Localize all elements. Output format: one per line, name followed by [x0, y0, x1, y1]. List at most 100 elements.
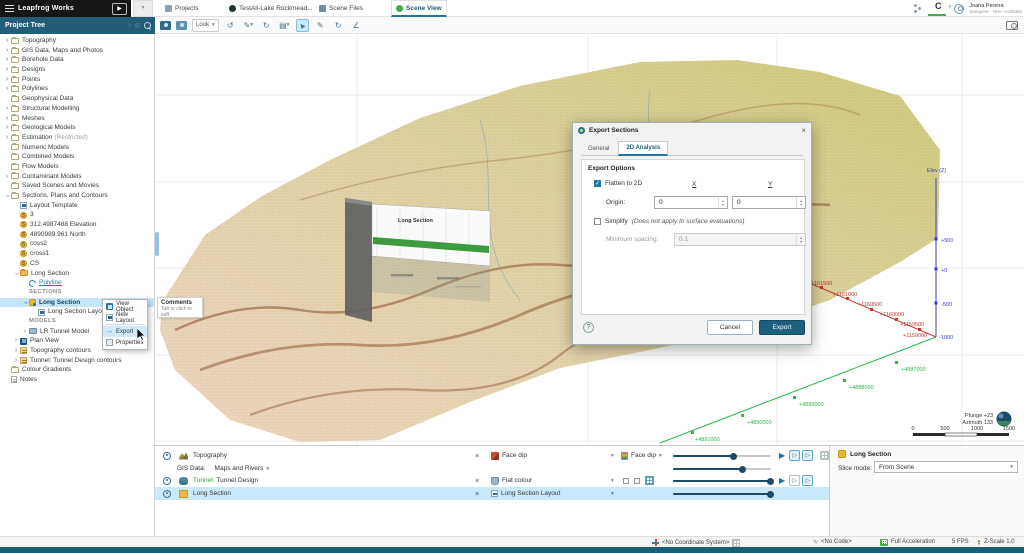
export-image-button[interactable]: ▷: [789, 450, 800, 461]
option-checkbox[interactable]: [623, 478, 629, 484]
screenshot-icon[interactable]: [1006, 21, 1018, 30]
chevron-collapsed-icon[interactable]: ›: [12, 346, 20, 356]
tree-item-estimation[interactable]: ›Estimation(Restricted): [0, 133, 154, 143]
save-scene-icon[interactable]: [160, 21, 171, 30]
coordinate-system-status[interactable]: <No Coordinate System>: [652, 539, 740, 547]
visibility-eye-icon[interactable]: [163, 452, 171, 460]
rotate-view-tool-icon[interactable]: ↺: [224, 19, 237, 32]
collapse-all-icon[interactable]: ↑: [128, 23, 131, 29]
tree-item-polylines[interactable]: ›Polylines: [0, 84, 154, 94]
chevron-collapsed-icon[interactable]: ›: [3, 65, 11, 75]
tab-scene-view[interactable]: Scene View: [391, 0, 447, 17]
shape-row-tunnel[interactable]: Tunnel: Tunnel Design × Flat colour ▾ ▶ …: [155, 474, 829, 487]
slice-mode-select[interactable]: From Scene ▾: [874, 461, 1018, 473]
tree-item-geophysical-data[interactable]: Geophysical Data: [0, 94, 154, 104]
chevron-collapsed-icon[interactable]: ›: [12, 336, 20, 346]
remove-shape-icon[interactable]: ×: [475, 451, 479, 460]
chevron-collapsed-icon[interactable]: ›: [3, 172, 11, 182]
chevron-collapsed-icon[interactable]: ›: [3, 133, 11, 143]
shape-row-long-section[interactable]: Long Section × Long Section Layout ▾: [155, 487, 829, 500]
menu-icon[interactable]: [5, 5, 14, 12]
origin-x-spinner[interactable]: ▴▾: [718, 197, 727, 208]
user-info[interactable]: Joana Pereira Seequent - Test - Australi…: [969, 3, 1022, 14]
tree-item-combined-models[interactable]: Combined Models: [0, 152, 154, 162]
interval-tool-icon[interactable]: ▤▾: [278, 19, 291, 32]
chevron-collapsed-icon[interactable]: ›: [12, 356, 20, 366]
visibility-eye-icon[interactable]: [163, 477, 171, 485]
origin-y-input[interactable]: 0 ▴▾: [732, 196, 806, 209]
tree-item-contaminant-models[interactable]: ›Contaminant Models: [0, 172, 154, 182]
tree-item-sections-plans-and-contours[interactable]: ›Sections, Plans and Contours: [0, 191, 154, 201]
export-button[interactable]: Export: [759, 320, 805, 335]
menu-item-view-object[interactable]: View Object: [103, 301, 147, 312]
tree-item-long-section[interactable]: ›Long Section: [0, 269, 154, 279]
tab-project[interactable]: TestAll-Lake Rockmead... ×: [225, 0, 327, 17]
tree-item-cs[interactable]: CS: [0, 259, 154, 269]
colouring-dropdown[interactable]: Face dip: [491, 452, 527, 460]
origin-y-spinner[interactable]: ▴▾: [796, 197, 805, 208]
orbit-tool-icon[interactable]: ↻: [332, 19, 345, 32]
ruler-tool-icon[interactable]: ∠: [350, 19, 363, 32]
chevron-collapsed-icon[interactable]: ›: [3, 55, 11, 65]
opacity-slider[interactable]: [673, 476, 771, 485]
tree-item-numeric-models[interactable]: Numeric Models: [0, 143, 154, 153]
tree-item-sections[interactable]: SECTIONS: [0, 288, 154, 298]
gis-layer-dropdown[interactable]: Maps and Rivers ▾: [215, 465, 270, 472]
look-dropdown[interactable]: Look▾: [192, 19, 219, 32]
help-button[interactable]: ?: [583, 322, 594, 333]
tree-item-points[interactable]: ›Points: [0, 75, 154, 85]
tree-item-geological-models[interactable]: ›Geological Models: [0, 123, 154, 133]
tree-item-4890989-961-north[interactable]: 4890989.961 North: [0, 230, 154, 240]
tree-item-saved-scenes-and-movies[interactable]: Saved Scenes and Movies: [0, 181, 154, 191]
chevron-down-icon[interactable]: ▾: [611, 453, 614, 459]
remove-shape-icon[interactable]: ×: [475, 489, 479, 498]
export-movie-button[interactable]: ▷: [802, 475, 813, 486]
cancel-button[interactable]: Cancel: [707, 320, 753, 335]
tree-item-meshes[interactable]: ›Meshes: [0, 114, 154, 124]
draw-tool-icon[interactable]: ✎: [314, 19, 327, 32]
sync-icon[interactable]: ◎: [135, 22, 140, 29]
sidebar-splitter-handle[interactable]: [155, 232, 159, 256]
chevron-collapsed-icon[interactable]: ›: [3, 84, 11, 94]
topography-mesh[interactable]: [160, 60, 940, 442]
tree-item-312-4987488-elevation[interactable]: 312.4987488 Elevation: [0, 220, 154, 230]
z-scale-status[interactable]: ▲▼ Z-Scale 1.0: [977, 539, 1015, 546]
tree-item-colour-gradients[interactable]: Colour Gradients: [0, 365, 154, 375]
save-scene-as-icon[interactable]: [176, 21, 187, 30]
opacity-slider[interactable]: [673, 451, 771, 460]
tab-projects[interactable]: Projects: [161, 0, 202, 17]
chevron-collapsed-icon[interactable]: ›: [3, 36, 11, 46]
tree-item-flow-models[interactable]: Flow Models: [0, 162, 154, 172]
legend-dropdown[interactable]: Face dip ▾: [621, 452, 662, 460]
render-button[interactable]: ▶: [779, 451, 785, 460]
tree-item-borehole-data[interactable]: ›Borehole Data: [0, 55, 154, 65]
colouring-dropdown[interactable]: Flat colour: [491, 477, 532, 485]
chevron-collapsed-icon[interactable]: ›: [3, 114, 11, 124]
opacity-slider[interactable]: [673, 489, 771, 498]
acceleration-status[interactable]: Full Acceleration: [880, 539, 935, 546]
tab-scene-files[interactable]: Scene Files: [315, 0, 367, 17]
tree-item-topography[interactable]: ›Topography: [0, 36, 154, 46]
export-movie-button[interactable]: ▷: [802, 450, 813, 461]
chevron-collapsed-icon[interactable]: ›: [3, 123, 11, 133]
chevron-down-icon[interactable]: ▾: [611, 491, 614, 497]
export-image-button[interactable]: ▷: [789, 475, 800, 486]
chevron-collapsed-icon[interactable]: ›: [21, 327, 29, 337]
draw-slicer-tool-icon[interactable]: ✎▾: [242, 19, 255, 32]
remove-shape-icon[interactable]: ×: [475, 476, 479, 485]
window-chevron-button[interactable]: ▾: [133, 0, 153, 17]
visibility-eye-icon[interactable]: [163, 490, 171, 498]
crs-edit-icon[interactable]: [732, 539, 740, 547]
chevron-down-icon[interactable]: ▾: [611, 478, 614, 484]
gis-opacity-slider[interactable]: [673, 464, 771, 473]
tree-item-designs[interactable]: ›Designs: [0, 65, 154, 75]
tree-item-cross1[interactable]: cross1: [0, 249, 154, 259]
tree-item-coss2[interactable]: coss2: [0, 239, 154, 249]
menu-item-new-layout[interactable]: New Layout: [103, 312, 147, 323]
render-button[interactable]: ▶: [779, 476, 785, 485]
chevron-collapsed-icon[interactable]: ›: [3, 104, 11, 114]
tree-item-gis-data-maps-and-photos[interactable]: ›GIS Data, Maps and Photos: [0, 46, 154, 56]
tree-item-notes[interactable]: Notes: [0, 375, 154, 385]
chevron-collapsed-icon[interactable]: ›: [3, 75, 11, 85]
dialog-tab-general[interactable]: General: [581, 141, 616, 156]
